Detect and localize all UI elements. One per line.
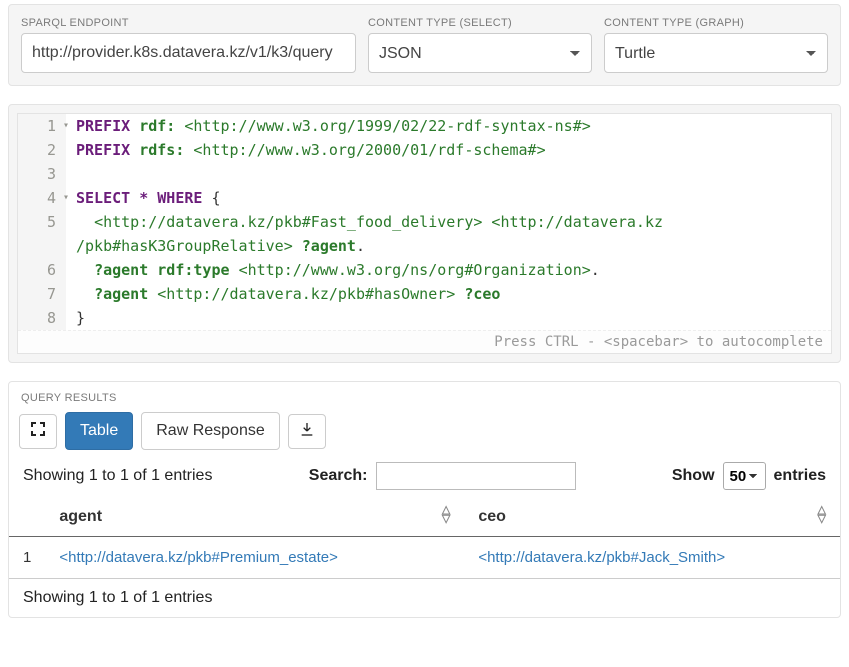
column-index (9, 498, 45, 537)
query-editor-panel: 1PREFIX rdf: <http://www.w3.org/1999/02/… (8, 104, 841, 363)
results-fullscreen-button[interactable] (19, 414, 57, 449)
agent-link[interactable]: <http://datavera.kz/pkb#Premium_estate> (59, 549, 338, 566)
results-info-bottom: Showing 1 to 1 of 1 entries (9, 579, 840, 617)
content-type-graph-dropdown[interactable]: Turtle (604, 33, 828, 73)
page-length-select[interactable]: 50 (723, 462, 766, 490)
content-type-select-label: CONTENT TYPE (SELECT) (368, 17, 592, 29)
tab-raw-response[interactable]: Raw Response (141, 412, 280, 450)
entries-label: entries (774, 467, 826, 485)
query-editor[interactable]: 1PREFIX rdf: <http://www.w3.org/1999/02/… (17, 113, 832, 354)
results-table: agent△▽ ceo△▽ 1 <http://datavera.kz/pkb#… (9, 498, 840, 579)
download-button[interactable] (288, 414, 326, 449)
autocomplete-hint: Press CTRL - <spacebar> to autocomplete (18, 330, 831, 353)
results-info-top: Showing 1 to 1 of 1 entries (23, 467, 212, 485)
endpoint-input[interactable] (21, 33, 356, 73)
ceo-link[interactable]: <http://datavera.kz/pkb#Jack_Smith> (478, 549, 725, 566)
endpoint-label: SPARQL ENDPOINT (21, 17, 356, 29)
column-ceo[interactable]: ceo△▽ (464, 498, 840, 537)
search-input[interactable] (376, 462, 576, 490)
row-index: 1 (9, 537, 45, 579)
content-type-graph-label: CONTENT TYPE (GRAPH) (604, 17, 828, 29)
sort-icon: △▽ (442, 506, 450, 524)
column-agent[interactable]: agent△▽ (45, 498, 464, 537)
table-row: 1 <http://datavera.kz/pkb#Premium_estate… (9, 537, 840, 579)
search-label: Search: (309, 467, 368, 485)
tab-table[interactable]: Table (65, 412, 133, 450)
show-label: Show (672, 467, 715, 485)
results-label: QUERY RESULTS (9, 382, 840, 404)
results-panel: QUERY RESULTS Table Raw Response Showing… (8, 381, 841, 618)
content-type-select-dropdown[interactable]: JSON (368, 33, 592, 73)
config-panel: SPARQL ENDPOINT CONTENT TYPE (SELECT) JS… (8, 4, 841, 86)
sort-icon: △▽ (818, 506, 826, 524)
